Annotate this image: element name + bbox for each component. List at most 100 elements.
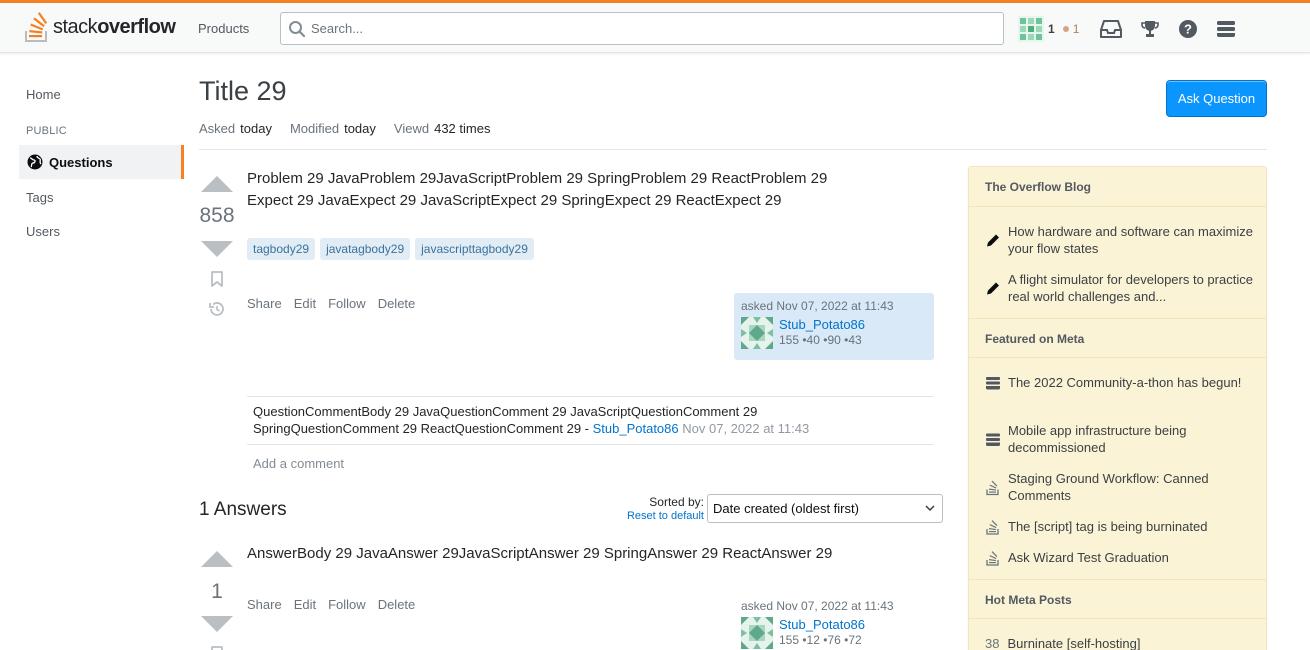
bronze-badge-count: 1 xyxy=(1072,21,1080,36)
asked-timestamp: asked Nov 07, 2022 at 11:43 xyxy=(741,599,894,613)
meta-item[interactable]: The [script] tag is being burninated xyxy=(985,518,1255,535)
meta-item[interactable]: Ask Wizard Test Graduation xyxy=(985,549,1255,566)
stackoverflow-icon xyxy=(986,551,999,566)
blog-header: The Overflow Blog xyxy=(969,167,1266,207)
follow-link[interactable]: Follow xyxy=(328,296,366,311)
search-icon xyxy=(289,21,306,38)
search-box[interactable] xyxy=(280,12,1004,45)
answer-vote-count: 1 xyxy=(211,580,223,603)
sidebar-widget: The Overflow Blog How hardware and softw… xyxy=(968,166,1267,650)
meta-item-title[interactable]: The [script] tag is being burninated xyxy=(1008,518,1207,535)
share-link[interactable]: Share xyxy=(247,296,282,311)
asked-label: Asked xyxy=(199,121,236,136)
meta-item-title[interactable]: Staging Ground Workflow: Canned Comments xyxy=(1008,470,1255,504)
achievements-icon[interactable] xyxy=(1138,17,1162,41)
answer-upvote-button[interactable] xyxy=(201,551,233,567)
hot-meta-item[interactable]: 38 Burninate [self-hosting] xyxy=(985,635,1255,650)
nav-section-public: PUBLIC xyxy=(26,125,67,137)
user-avatar xyxy=(1018,15,1044,42)
answer-downvote-button[interactable] xyxy=(201,616,233,632)
meta-item[interactable]: The 2022 Community-a-thon has begun! xyxy=(985,374,1255,391)
inbox-icon[interactable] xyxy=(1099,17,1123,41)
stackoverflow-icon xyxy=(986,520,999,535)
chevron-down-icon xyxy=(925,505,935,512)
globe-icon xyxy=(27,154,43,170)
question-owner-card: asked Nov 07, 2022 at 11:43 Stub_Potato8… xyxy=(734,293,934,360)
ask-question-button[interactable]: Ask Question xyxy=(1166,80,1267,117)
modified-label: Modified xyxy=(289,121,340,136)
question-tags: tagbody29 javatagbody29 javascripttagbod… xyxy=(247,238,534,260)
question-upvote-button[interactable] xyxy=(201,176,233,192)
comment-divider xyxy=(247,396,934,397)
answer-body: AnswerBody 29 JavaAnswer 29JavaScriptAns… xyxy=(247,545,833,562)
tag-chip[interactable]: javascripttagbody29 xyxy=(415,238,534,260)
hot-meta-header: Hot Meta Posts xyxy=(969,579,1266,619)
hot-meta-count: 38 xyxy=(985,636,1000,650)
stack-icon xyxy=(986,433,1000,446)
owner-stats: 155 •12 •76 •72 xyxy=(779,633,862,647)
edit-link[interactable]: Edit xyxy=(294,296,316,311)
meta-header: Featured on Meta xyxy=(969,318,1266,358)
modified-value[interactable]: today xyxy=(344,121,376,136)
comment-date[interactable]: Nov 07, 2022 at 11:43 xyxy=(679,421,809,436)
hot-meta-title[interactable]: Burninate [self-hosting] xyxy=(1007,635,1140,650)
owner-name-link[interactable]: Stub_Potato86 xyxy=(779,317,865,332)
comment: QuestionCommentBody 29 JavaQuestionComme… xyxy=(253,403,893,437)
delete-link[interactable]: Delete xyxy=(378,296,416,311)
reset-sort-link[interactable]: Reset to default xyxy=(600,510,704,522)
nav-questions[interactable]: Questions xyxy=(19,145,184,179)
blog-item-title[interactable]: How hardware and software can maximize y… xyxy=(1008,223,1255,257)
svg-text:?: ? xyxy=(1184,22,1192,37)
viewed-value: 432 times xyxy=(434,121,491,136)
answers-count-header: 1 Answers xyxy=(199,499,287,520)
question-post-menu: Share Edit Follow Delete xyxy=(247,296,415,311)
owner-name-link[interactable]: Stub_Potato86 xyxy=(779,617,865,632)
tag-chip[interactable]: tagbody29 xyxy=(247,238,316,260)
bookmark-icon[interactable] xyxy=(208,645,226,650)
owner-avatar[interactable] xyxy=(741,617,773,649)
meta-item-title[interactable]: Ask Wizard Test Graduation xyxy=(1008,549,1169,566)
bookmark-icon[interactable] xyxy=(208,270,226,288)
meta-item-title[interactable]: The 2022 Community-a-thon has begun! xyxy=(1008,374,1241,391)
sorted-by-label: Sorted by: xyxy=(649,495,704,509)
edit-link[interactable]: Edit xyxy=(294,597,316,612)
top-bar: stackoverflow Products 1 1 ? xyxy=(0,0,1310,53)
sort-selected-value: Date created (oldest first) xyxy=(713,501,859,516)
viewed-label: Viewd xyxy=(393,121,430,136)
asked-value: today xyxy=(240,121,272,136)
tag-chip[interactable]: javatagbody29 xyxy=(320,238,411,260)
blog-item[interactable]: How hardware and software can maximize y… xyxy=(985,223,1255,257)
blog-item-title[interactable]: A flight simulator for developers to pra… xyxy=(1008,271,1255,305)
follow-link[interactable]: Follow xyxy=(328,597,366,612)
nav-home[interactable]: Home xyxy=(26,87,61,102)
nav-tags[interactable]: Tags xyxy=(26,190,53,205)
nav-users[interactable]: Users xyxy=(26,224,60,239)
meta-item[interactable]: Mobile app infrastructure being decommis… xyxy=(985,422,1255,456)
add-comment-link[interactable]: Add a comment xyxy=(253,456,344,471)
owner-avatar[interactable] xyxy=(741,317,773,349)
sort-answers-select[interactable]: Date created (oldest first) xyxy=(707,494,943,523)
comment-divider xyxy=(247,444,934,445)
question-downvote-button[interactable] xyxy=(201,241,233,257)
history-icon[interactable] xyxy=(208,300,226,318)
pencil-icon xyxy=(987,282,999,295)
header-divider xyxy=(199,149,1267,150)
blog-item[interactable]: A flight simulator for developers to pra… xyxy=(985,271,1255,305)
question-title[interactable]: Title 29 xyxy=(199,76,287,107)
user-card[interactable]: 1 1 xyxy=(1018,12,1079,45)
stackoverflow-logo[interactable]: stackoverflow xyxy=(24,11,176,43)
asked-timestamp: asked Nov 07, 2022 at 11:43 xyxy=(741,299,894,313)
share-link[interactable]: Share xyxy=(247,597,282,612)
delete-link[interactable]: Delete xyxy=(378,597,416,612)
products-menu[interactable]: Products xyxy=(188,17,259,40)
answer-post-menu: Share Edit Follow Delete xyxy=(247,597,415,612)
comment-user-link[interactable]: Stub_Potato86 xyxy=(593,421,679,436)
search-input[interactable] xyxy=(311,13,991,44)
meta-item-title[interactable]: Mobile app infrastructure being decommis… xyxy=(1008,422,1255,456)
owner-stats: 155 •40 •90 •43 xyxy=(779,333,862,347)
help-icon[interactable]: ? xyxy=(1176,17,1200,41)
meta-item[interactable]: Staging Ground Workflow: Canned Comments xyxy=(985,470,1255,504)
site-switcher-icon[interactable] xyxy=(1214,17,1238,41)
reputation-count: 1 xyxy=(1048,21,1055,36)
nav-questions-label: Questions xyxy=(49,154,113,170)
